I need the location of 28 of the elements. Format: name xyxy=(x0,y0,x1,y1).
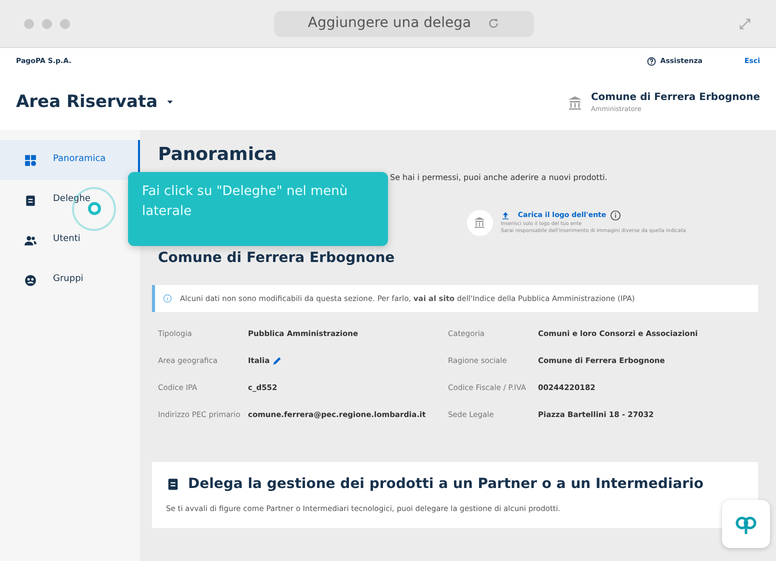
users-icon xyxy=(24,234,37,246)
reload-icon[interactable] xyxy=(487,17,500,30)
info-icon xyxy=(163,294,172,303)
info-icon[interactable] xyxy=(610,210,622,222)
delegation-title: Delega la gestione dei prodotti a un Partner o a un Intermediario xyxy=(188,476,704,493)
entity-name: Comune di Ferrera Erbognone xyxy=(590,91,760,106)
page-title: Panoramica xyxy=(158,144,278,166)
expand-icon[interactable] xyxy=(738,16,752,30)
assistant-button[interactable] xyxy=(722,500,770,548)
page-header-title: Area Riservata xyxy=(16,92,158,113)
building-icon xyxy=(473,216,486,230)
building-icon xyxy=(566,94,583,110)
window-control-dot[interactable] xyxy=(42,18,52,28)
grid-icon xyxy=(24,154,37,166)
pencil-icon[interactable] xyxy=(272,356,282,366)
caret-icon[interactable] xyxy=(166,98,174,106)
window-control-dot[interactable] xyxy=(24,18,34,28)
window-control-dot[interactable] xyxy=(60,18,70,28)
page-subtitle: Se hai i permessi, puoi anche aderire a nuovi prodotti. xyxy=(390,172,608,184)
clipboard-icon xyxy=(166,477,180,492)
tooltip-text: Fai click su "Deleghe" nel menù laterale xyxy=(128,172,388,246)
help-icon xyxy=(647,57,656,66)
sidebar-item[interactable]: Gruppi xyxy=(0,260,140,300)
sidebar-item[interactable]: Panoramica xyxy=(0,140,140,180)
entity-title: Comune di Ferrera Erbognone xyxy=(158,248,395,268)
window-title: Aggiungere una delega xyxy=(308,14,472,33)
clipboard-icon xyxy=(24,194,37,206)
upload-icon xyxy=(500,211,510,220)
